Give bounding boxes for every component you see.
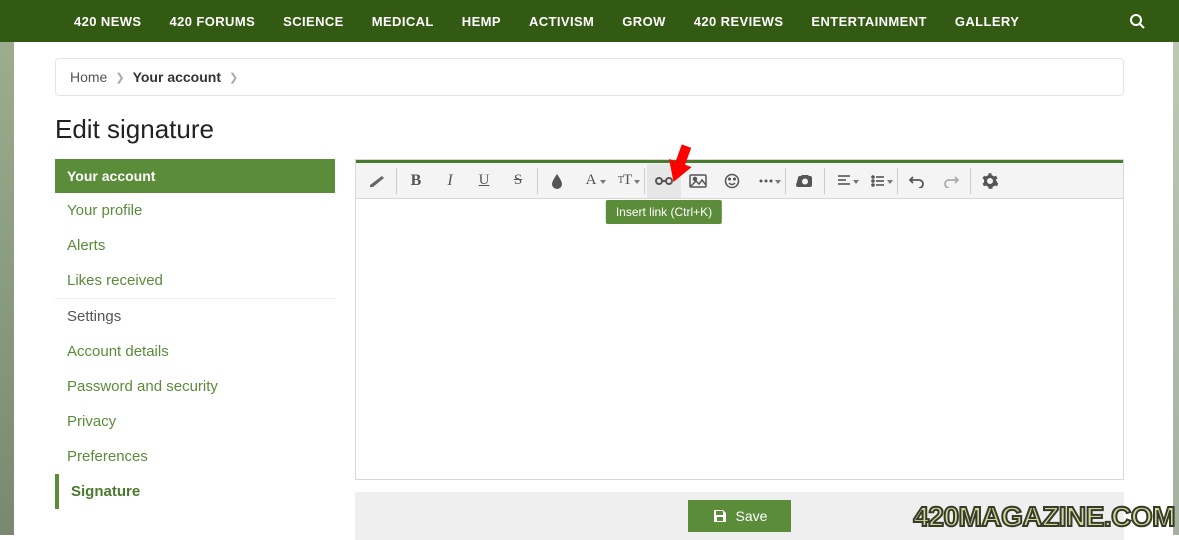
sidebar-group-settings: Settings [55, 298, 335, 334]
sidebar-item-alerts[interactable]: Alerts [55, 228, 335, 263]
nav-item[interactable]: GALLERY [941, 14, 1033, 29]
smilies-button[interactable] [715, 164, 749, 198]
toolbar-separator [897, 168, 898, 194]
toolbar-separator [970, 168, 971, 194]
save-icon [712, 508, 728, 524]
nav-item[interactable]: GROW [608, 14, 679, 29]
bg-decor-left [0, 42, 14, 535]
sidebar-item-likes[interactable]: Likes received [55, 263, 335, 298]
nav-item[interactable]: ACTIVISM [515, 14, 608, 29]
toolbar-separator [824, 168, 825, 194]
chevron-right-icon: ❯ [115, 71, 124, 84]
nav-item[interactable]: ENTERTAINMENT [797, 14, 940, 29]
toolbar-separator [785, 168, 786, 194]
sidebar-item-account-details[interactable]: Account details [55, 334, 335, 369]
italic-button[interactable]: I [433, 164, 467, 198]
list-button[interactable] [861, 164, 895, 198]
breadcrumb-current[interactable]: Your account [133, 69, 221, 85]
text-color-button[interactable] [540, 164, 574, 198]
chevron-right-icon: ❯ [229, 71, 238, 84]
insert-image-button[interactable] [681, 164, 715, 198]
nav-item[interactable]: HEMP [448, 14, 515, 29]
underline-button[interactable]: U [467, 164, 501, 198]
alignment-button[interactable] [827, 164, 861, 198]
save-label: Save [736, 508, 768, 524]
sidebar-header: Your account [55, 159, 335, 193]
nav-item[interactable]: MEDICAL [358, 14, 448, 29]
font-family-button[interactable]: A [574, 164, 608, 198]
font-size-button[interactable]: TT [608, 164, 642, 198]
insert-link-button[interactable]: Insert link (Ctrl+K) [647, 164, 681, 198]
page-title: Edit signature [55, 114, 1124, 145]
undo-button[interactable] [900, 164, 934, 198]
media-button[interactable] [788, 164, 822, 198]
save-button[interactable]: Save [688, 500, 792, 532]
sidebar-item-profile[interactable]: Your profile [55, 193, 335, 228]
toolbar-separator [537, 168, 538, 194]
sidebar-item-signature[interactable]: Signature [55, 474, 335, 509]
breadcrumb: Home ❯ Your account ❯ [55, 58, 1124, 96]
sidebar-item-preferences[interactable]: Preferences [55, 439, 335, 474]
tooltip: Insert link (Ctrl+K) [606, 200, 722, 224]
toolbar-separator [396, 168, 397, 194]
editor-toolbar: B I U S A TT Insert link (Ctrl+K) [356, 163, 1123, 199]
bg-decor-right [1173, 42, 1179, 535]
editor-textarea[interactable] [356, 199, 1123, 479]
search-icon[interactable] [1129, 13, 1145, 29]
settings-button[interactable] [973, 164, 1007, 198]
nav-item[interactable]: 420 REVIEWS [680, 14, 798, 29]
sidebar-item-privacy[interactable]: Privacy [55, 404, 335, 439]
bold-button[interactable]: B [399, 164, 433, 198]
sidebar: Your account Your profile Alerts Likes r… [55, 159, 335, 540]
nav-item[interactable]: SCIENCE [269, 14, 358, 29]
strikethrough-button[interactable]: S [501, 164, 535, 198]
redo-button[interactable] [934, 164, 968, 198]
insert-menu-button[interactable] [749, 164, 783, 198]
top-nav: 420 NEWS 420 FORUMS SCIENCE MEDICAL HEMP… [0, 0, 1179, 42]
remove-format-button[interactable] [360, 164, 394, 198]
nav-item[interactable]: 420 FORUMS [156, 14, 270, 29]
nav-item[interactable]: 420 NEWS [60, 14, 156, 29]
main-column: B I U S A TT Insert link (Ctrl+K) [355, 159, 1124, 540]
toolbar-separator [644, 168, 645, 194]
editor: B I U S A TT Insert link (Ctrl+K) [355, 159, 1124, 480]
breadcrumb-home[interactable]: Home [70, 69, 107, 85]
watermark: 420MAGAZINE.COM [913, 501, 1175, 533]
sidebar-item-password[interactable]: Password and security [55, 369, 335, 404]
